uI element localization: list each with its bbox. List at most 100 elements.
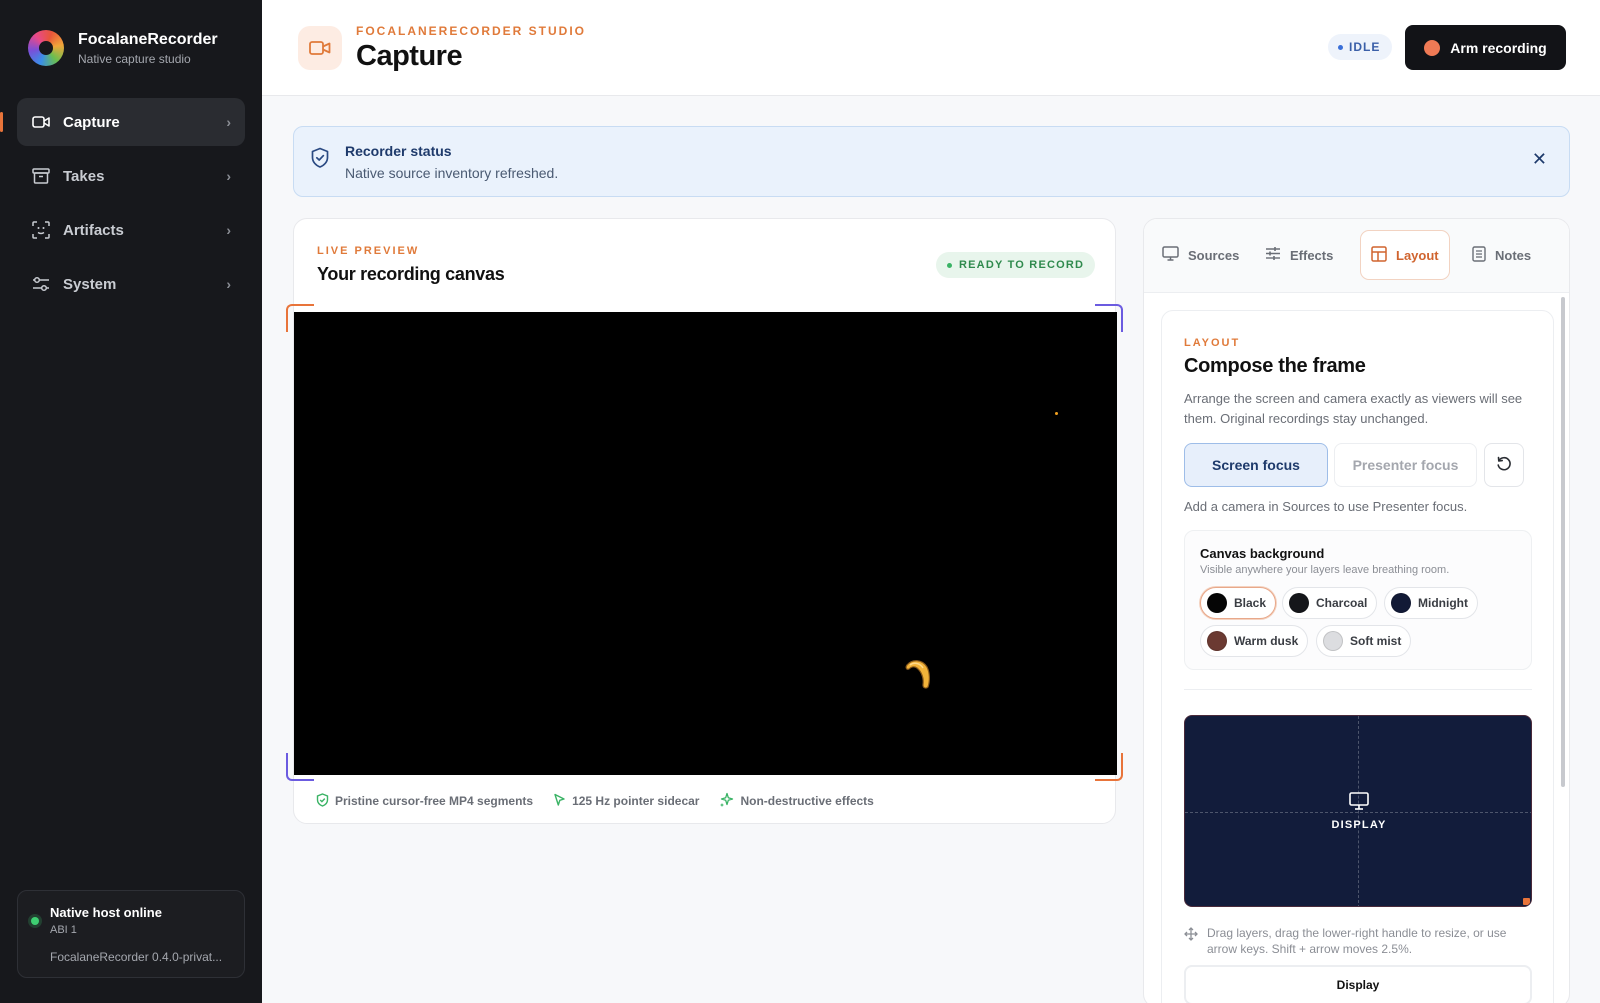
shield-check-icon: [310, 147, 330, 174]
panel-tabs: Sources Effects Layout Notes: [1144, 219, 1569, 293]
swatch-black[interactable]: Black: [1200, 587, 1277, 619]
swatch-charcoal[interactable]: Charcoal: [1282, 587, 1378, 619]
sidebar-item-takes[interactable]: Takes ›: [17, 152, 245, 200]
reset-icon: [1496, 456, 1512, 475]
chevron-right-icon: ›: [226, 222, 231, 238]
panel-scrollbar[interactable]: [1561, 297, 1565, 787]
page-eyebrow: FOCALANERECORDER STUDIO: [356, 24, 587, 38]
feature-item: Pristine cursor-free MP4 segments: [316, 792, 533, 810]
tab-label: Effects: [1290, 247, 1334, 263]
scan-frame-icon: [31, 220, 51, 240]
sidebar-item-artifacts[interactable]: Artifacts ›: [17, 206, 245, 254]
close-icon[interactable]: ✕: [1532, 149, 1547, 170]
video-camera-icon: [31, 112, 51, 132]
sliders-icon: [31, 274, 51, 294]
banner-message: Native source inventory refreshed.: [345, 165, 559, 181]
layout-eyebrow: LAYOUT: [1184, 337, 1241, 349]
tab-label: Layout: [1396, 247, 1439, 263]
presenter-focus-hint: Add a camera in Sources to use Presenter…: [1184, 499, 1468, 514]
tab-layout[interactable]: Layout: [1360, 230, 1450, 280]
canvas-background-title: Canvas background: [1200, 546, 1325, 561]
sidebar-item-system[interactable]: System ›: [17, 260, 245, 308]
tab-sources[interactable]: Sources: [1152, 230, 1249, 280]
tab-label: Notes: [1495, 247, 1532, 263]
resize-handle[interactable]: [1523, 898, 1530, 905]
swatch-midnight[interactable]: Midnight: [1384, 587, 1478, 619]
display-layer[interactable]: DISPLAY: [1327, 792, 1391, 831]
sidebar-item-label: Capture: [63, 113, 120, 131]
layout-icon: [1371, 245, 1387, 265]
sidebar: FocalaneRecorder Native capture studio C…: [0, 0, 262, 1003]
swatch-warm-dusk[interactable]: Warm dusk: [1200, 625, 1309, 657]
preview-title: Your recording canvas: [317, 264, 505, 284]
sidebar-nav: Capture › Takes › Artifacts › System ›: [0, 98, 245, 314]
page-title: Capture: [356, 40, 463, 72]
swatch-soft-mist[interactable]: Soft mist: [1316, 625, 1412, 657]
ready-status-badge: READY TO RECORD: [936, 252, 1096, 278]
swatch-label: Black: [1234, 596, 1267, 610]
page-header: FOCALANERECORDER STUDIO Capture IDLE Arm…: [262, 0, 1600, 96]
native-host-status: Native host online ABI 1 FocalaneRecorde…: [17, 890, 245, 978]
sidebar-item-label: System: [63, 275, 117, 293]
feature-item: Non-destructive effects: [719, 792, 874, 810]
move-icon: [1184, 927, 1198, 946]
preview-eyebrow: LIVE PREVIEW: [317, 245, 420, 257]
arm-recording-button[interactable]: Arm recording: [1405, 25, 1566, 70]
composer-panel: Sources Effects Layout Notes LAYOUT Comp…: [1143, 218, 1570, 1003]
host-title: Native host online: [50, 905, 162, 920]
tab-notes[interactable]: Notes: [1462, 230, 1541, 280]
sidebar-item-label: Takes: [63, 167, 105, 185]
status-badge-label: IDLE: [1349, 40, 1381, 54]
swatch-label: Warm dusk: [1234, 634, 1299, 648]
status-badge: IDLE: [1328, 34, 1393, 60]
monitor-icon: [1349, 792, 1369, 815]
chevron-right-icon: ›: [226, 276, 231, 292]
frame-composer[interactable]: DISPLAY: [1184, 715, 1532, 907]
video-camera-icon: [298, 26, 342, 70]
canvas-pixel-dot: [1055, 412, 1058, 415]
ready-dot-icon: [947, 262, 952, 268]
banner-title: Recorder status: [345, 143, 452, 159]
recording-canvas[interactable]: [294, 312, 1117, 775]
tab-label: Sources: [1188, 247, 1240, 263]
sidebar-item-capture[interactable]: Capture ›: [0, 98, 245, 146]
color-swatch-icon: [1391, 593, 1411, 613]
feature-item: 125 Hz pointer sidecar: [553, 792, 699, 810]
monitor-icon: [1162, 246, 1179, 264]
feature-label: Non-destructive effects: [740, 794, 874, 808]
app-subtitle: Native capture studio: [78, 51, 191, 66]
presenter-focus-button[interactable]: Presenter focus: [1334, 443, 1477, 487]
pointer-cursor-icon: [904, 657, 936, 696]
archive-box-icon: [31, 166, 51, 186]
online-dot-icon: [31, 917, 39, 925]
swatch-label: Soft mist: [1350, 634, 1402, 648]
screen-focus-button[interactable]: Screen focus: [1184, 443, 1328, 487]
layout-section: LAYOUT Compose the frame Arrange the scr…: [1161, 310, 1554, 1003]
recorder-status-banner: Recorder status Native source inventory …: [293, 126, 1570, 197]
color-swatch-icon: [1207, 631, 1227, 651]
display-layer-button[interactable]: Display: [1184, 965, 1532, 1003]
color-swatch-icon: [1207, 593, 1227, 613]
canvas-background-subtitle: Visible anywhere your layers leave breat…: [1200, 564, 1450, 576]
canvas-background-card: Canvas background Visible anywhere your …: [1184, 530, 1532, 670]
arm-recording-label: Arm recording: [1450, 39, 1547, 56]
section-divider: [1184, 689, 1532, 690]
brand: FocalaneRecorder Native capture studio: [28, 30, 218, 66]
capture-features: Pristine cursor-free MP4 segments 125 Hz…: [316, 792, 874, 810]
drag-hint-text: Drag layers, drag the lower-right handle…: [1207, 926, 1507, 956]
swatch-label: Charcoal: [1316, 596, 1368, 610]
pointer-icon: [553, 793, 566, 810]
feature-label: 125 Hz pointer sidecar: [572, 794, 700, 808]
reset-layout-button[interactable]: [1484, 443, 1524, 487]
sidebar-item-label: Artifacts: [63, 221, 124, 239]
sparkles-icon: [719, 792, 734, 810]
feature-label: Pristine cursor-free MP4 segments: [335, 794, 534, 808]
chevron-right-icon: ›: [226, 114, 231, 130]
live-preview-card: LIVE PREVIEW Your recording canvas READY…: [286, 218, 1123, 824]
tab-effects[interactable]: Effects: [1255, 230, 1343, 280]
app-name: FocalaneRecorder: [78, 30, 218, 48]
ready-status-label: READY TO RECORD: [959, 259, 1085, 271]
host-abi: ABI 1: [50, 924, 77, 936]
status-dot-icon: [1338, 44, 1343, 50]
shield-check-icon: [316, 792, 329, 810]
